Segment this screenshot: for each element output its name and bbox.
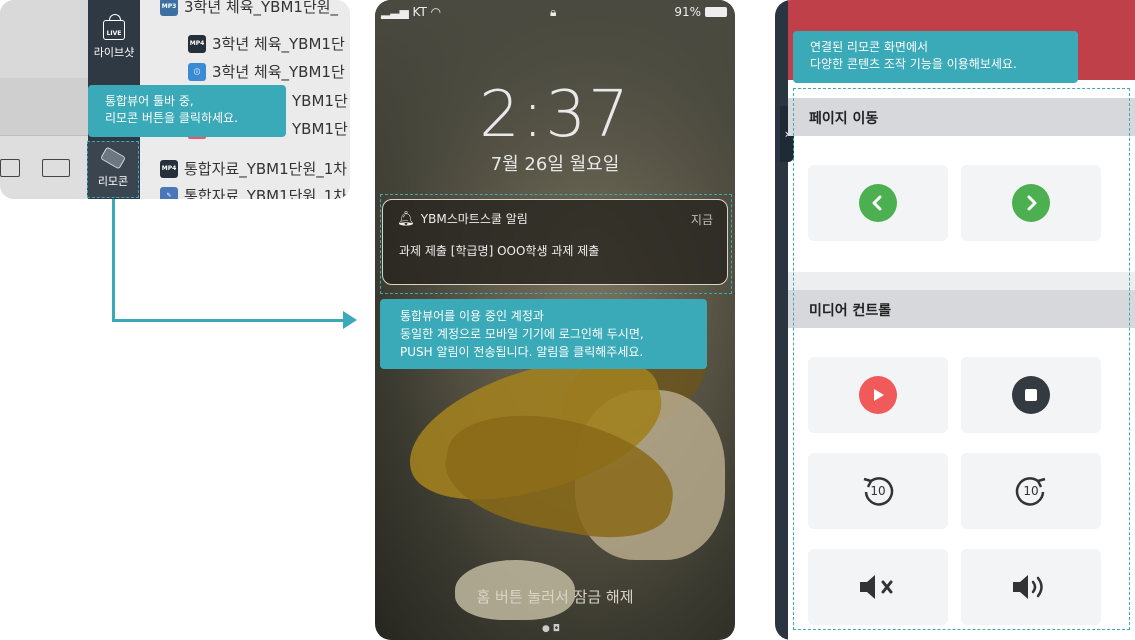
arrow-right-icon [343, 311, 357, 329]
remote-control-button[interactable]: 리모콘 [87, 141, 139, 198]
tooltip-text: 통합뷰어를 이용 중인 계정과 [400, 309, 544, 323]
connector-line [112, 199, 115, 321]
two-page-icon[interactable] [42, 159, 70, 177]
tooltip-text: 통합뷰어 툴바 중, [105, 94, 194, 108]
battery-percent: 91% [674, 5, 701, 19]
highlight-frame [793, 88, 1130, 630]
notification-app-name: YBM스마트스쿨 알림 [420, 212, 528, 226]
tooltip-text: PUSH 알림이 전송됩니다. 알림을 클릭해주세요. [400, 345, 644, 359]
signal-icon: ▂▃▅ KT ◠ [381, 5, 442, 19]
live-shot-button[interactable]: LIVE 라이브샷 [88, 8, 140, 72]
tooltip-text: 동일한 계정으로 모바일 기기에 로그인해 두시면, [400, 327, 644, 341]
unlock-hint: 홈 버튼 눌러서 잠금 해제 [476, 588, 634, 606]
file-name: 통합자료_YBM1단원_1차 [184, 187, 348, 199]
mp3-file-icon: MP3 [160, 0, 178, 16]
file-name: 3학년 체육_YBM1단 [212, 35, 345, 53]
list-item[interactable]: MP3 3학년 체육_YBM1단원_ [160, 0, 338, 17]
tooltip-text: 연결된 리모콘 화면에서 [810, 40, 929, 54]
fit-width-icon[interactable] [0, 159, 20, 177]
live-icon: LIVE [103, 14, 125, 40]
push-notification[interactable]: 🔔︎ YBM스마트스쿨 알림 지금 과제 제출 [학급명] OOO학생 과제 제… [382, 199, 728, 285]
page-dots: ● ◘ [542, 624, 560, 634]
notification-time: 지금 [690, 213, 713, 227]
notification-message: 과제 제출 [학급명] OOO학생 과제 제출 [399, 244, 600, 258]
file-name: 통합자료_YBM1단원_1차 [184, 160, 348, 178]
mp4-file-icon: MP4 [160, 159, 178, 178]
battery-icon [705, 7, 727, 17]
guide-tooltip-3: 연결된 리모콘 화면에서 다양한 콘텐츠 조작 기능을 이용해보세요. [793, 31, 1078, 83]
tooltip-text: 다양한 콘텐츠 조작 기능을 이용해보세요. [810, 57, 1017, 71]
connector-line [112, 319, 344, 322]
guide-tooltip-2: 통합뷰어를 이용 중인 계정과 동일한 계정으로 모바일 기기에 로그인해 두시… [380, 299, 707, 369]
remote-icon [99, 145, 127, 170]
file-name: 3학년 체육_YBM1단 [212, 63, 345, 81]
lock-date: 7월 26일 월요일 [490, 154, 620, 175]
bell-icon: 🔔︎ [397, 210, 415, 227]
status-bar: ▂▃▅ KT ◠ 🔒︎ 91% [375, 0, 735, 24]
link-file-icon: ⓘ [188, 62, 206, 81]
list-item[interactable]: MP4 통합자료_YBM1단원_1차 [160, 158, 347, 179]
list-item[interactable]: YBM1단 [292, 118, 348, 139]
file-name: 3학년 체육_YBM1단원_ [184, 0, 339, 16]
sidebar-spine [775, 0, 788, 640]
tooltip-text: 리모콘 버튼을 클릭하세요. [105, 111, 238, 125]
phone-lock-screen: ▂▃▅ KT ◠ 🔒︎ 91% 2:37 7월 26일 월요일 🔔︎ YBM스마… [375, 0, 735, 640]
guide-tooltip-1: 통합뷰어 툴바 중, 리모콘 버튼을 클릭하세요. [88, 85, 286, 137]
list-item[interactable]: YBM1단 [292, 90, 348, 111]
file-name: YBM1단 [292, 92, 348, 110]
document-file-icon: ✎ [160, 186, 178, 199]
lock-clock: 2:37 [479, 78, 631, 152]
live-shot-label: 라이브샷 [93, 46, 135, 59]
mp4-file-icon: MP4 [188, 34, 206, 53]
carrier-label: KT [412, 5, 427, 19]
remote-control-label: 리모콘 [97, 174, 129, 188]
list-item[interactable]: ✎ 통합자료_YBM1단원_1차 [160, 185, 347, 199]
viewer-toolbar-panel: LIVE 라이브샷 리모콘 MP3 3학년 체육_YBM1단원_ MP4 3학년… [0, 0, 350, 199]
list-item[interactable]: ⓘ 3학년 체육_YBM1단 [188, 61, 345, 82]
file-name: YBM1단 [292, 120, 348, 138]
list-item[interactable]: MP4 3학년 체육_YBM1단 [188, 33, 345, 54]
remote-control-screen: › 페이지 이동 미디어 컨트롤 10 10 연결된 리모콘 화면에서 다양한 … [775, 0, 1135, 640]
lock-icon: 🔒︎ [550, 5, 557, 19]
